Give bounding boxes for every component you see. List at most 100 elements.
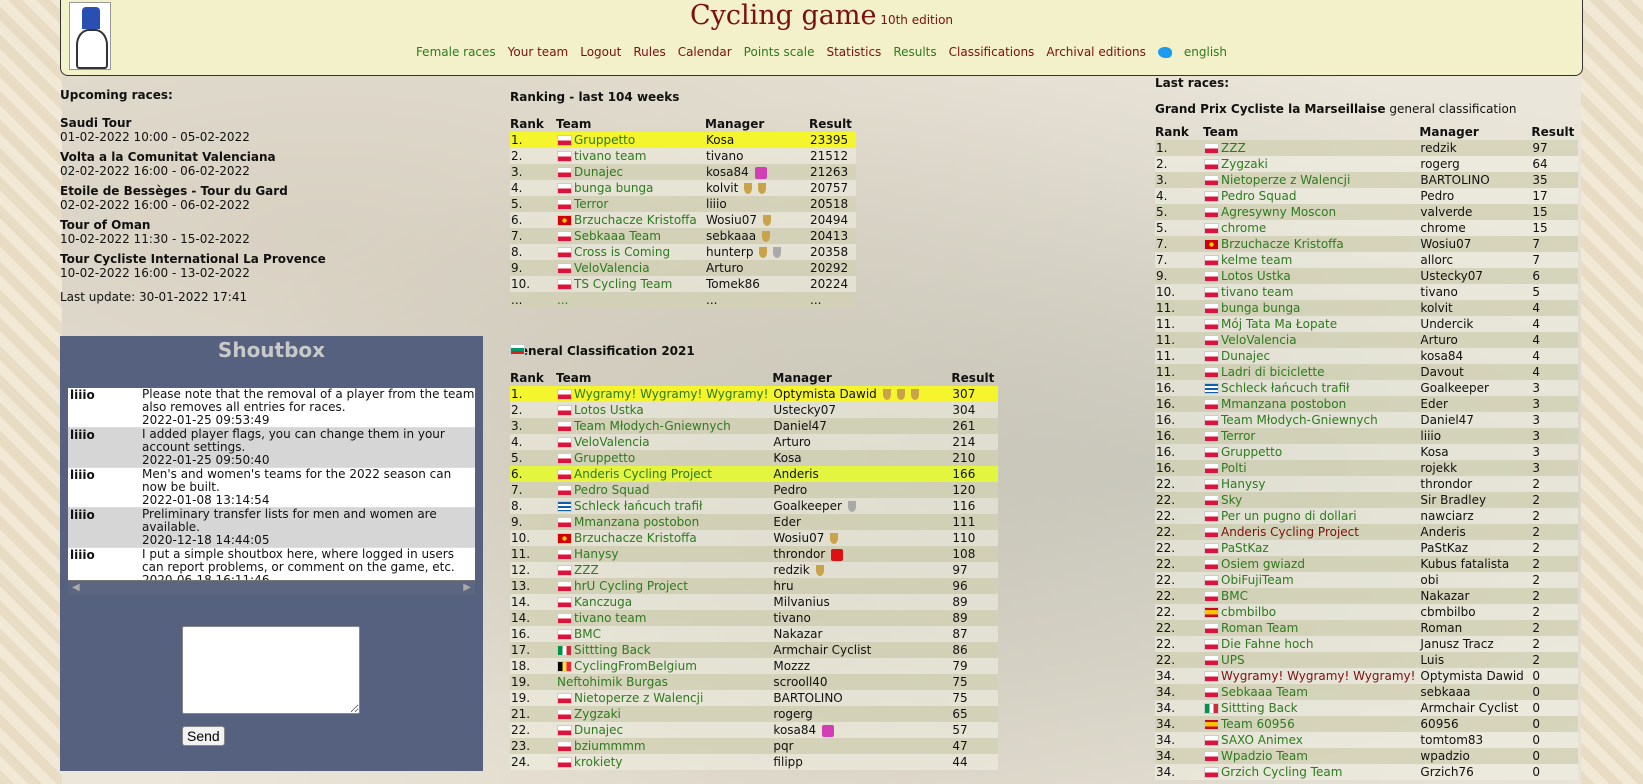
team-link[interactable]: Nietoperze z Walencji	[574, 691, 703, 705]
team-link[interactable]: Team Młodych-Gniewnych	[574, 419, 731, 433]
team-link[interactable]: VeloValencia	[1221, 333, 1297, 347]
team-link[interactable]: VeloValencia	[574, 261, 650, 275]
team-link[interactable]: Team Młodych-Gniewnych	[1221, 413, 1378, 427]
team-link[interactable]: bziummmm	[574, 739, 646, 753]
team-link[interactable]: Pedro Squad	[1221, 189, 1296, 203]
send-button[interactable]: Send	[182, 726, 225, 746]
team-link[interactable]: UPS	[1221, 653, 1245, 667]
team-link[interactable]: Grzich Cycling Team	[1221, 765, 1342, 779]
team-link[interactable]: Brzuchacze Kristoffa	[574, 213, 697, 227]
team-link[interactable]: Mmanzana postobon	[1221, 397, 1346, 411]
team-link[interactable]: Gruppetto	[574, 451, 635, 465]
team-link[interactable]: TS Cycling Team	[574, 277, 672, 291]
nav-link[interactable]: Points scale	[744, 45, 815, 59]
team-link[interactable]: bunga bunga	[1221, 301, 1300, 315]
team-link[interactable]: Pedro Squad	[574, 483, 649, 497]
team-link[interactable]: Sebkaaa Team	[574, 229, 661, 243]
team-link[interactable]: Nietoperze z Walencji	[1221, 173, 1350, 187]
team-link[interactable]: krokiety	[574, 755, 622, 769]
team-link[interactable]: ZZZ	[574, 563, 599, 577]
team-link[interactable]: Ladri di biciclette	[1221, 365, 1325, 379]
team-link[interactable]: Per un pugno di dollari	[1221, 509, 1357, 523]
team-link[interactable]: Wygramy! Wygramy! Wygramy!	[574, 387, 768, 401]
team-link[interactable]: Cross is Coming	[574, 245, 670, 259]
team-link[interactable]: Anderis Cycling Project	[1221, 525, 1359, 539]
team-link[interactable]: tivano team	[574, 611, 646, 625]
team-link[interactable]: Zygzaki	[574, 707, 621, 721]
race-name[interactable]: Etoile de Bessèges - Tour du Gard	[60, 184, 460, 198]
table-row: 10. tivano team tivano 5	[1155, 284, 1579, 300]
team-link[interactable]: SAXO Animex	[1221, 733, 1303, 747]
team-link[interactable]: tivano team	[1221, 285, 1293, 299]
team-link[interactable]: Mój Tata Ma Łopate	[1221, 317, 1337, 331]
scroll-left-icon[interactable]: ◀	[72, 582, 80, 593]
team-link[interactable]: Polti	[1221, 461, 1247, 475]
team-link[interactable]: kelme team	[1221, 253, 1292, 267]
team-link[interactable]: Dunajec	[574, 723, 623, 737]
team-link[interactable]: Gruppetto	[574, 133, 635, 147]
shoutbox-input[interactable]	[182, 626, 360, 714]
team-link[interactable]: ZZZ	[1221, 141, 1246, 155]
team-link[interactable]: Kanczuga	[574, 595, 632, 609]
team-link[interactable]: Sky	[1221, 493, 1242, 507]
nav-link[interactable]: Archival editions	[1046, 45, 1146, 59]
team-link[interactable]: Dunajec	[1221, 349, 1270, 363]
team-link[interactable]: chrome	[1221, 221, 1266, 235]
team-link[interactable]: Terror	[1221, 429, 1255, 443]
team-link[interactable]: PaStKaz	[1221, 541, 1269, 555]
team-link[interactable]: Gruppetto	[1221, 445, 1282, 459]
shoutbox-hscrollbar[interactable]: ◀ ▶	[68, 580, 475, 595]
team-link[interactable]: Brzuchacze Kristoffa	[1221, 237, 1344, 251]
team-link[interactable]: Anderis Cycling Project	[574, 467, 712, 481]
race-name[interactable]: Tour Cycliste International La Provence	[60, 252, 460, 266]
team-link[interactable]: Sittting Back	[574, 643, 651, 657]
nav-link[interactable]: Results	[893, 45, 936, 59]
team-link[interactable]: ObiFujiTeam	[1221, 573, 1294, 587]
team-link[interactable]: Wpadzio Team	[1221, 749, 1308, 763]
team-link[interactable]: Hanysy	[1221, 477, 1265, 491]
team-link[interactable]: CyclingFromBelgium	[574, 659, 697, 673]
team-link[interactable]: VeloValencia	[574, 435, 650, 449]
nav-link[interactable]: Logout	[580, 45, 621, 59]
twitter-icon[interactable]	[1157, 47, 1172, 58]
team-link[interactable]: Schleck łańcuch trafił	[574, 499, 702, 513]
team-link[interactable]: Osiem gwiazd	[1221, 557, 1305, 571]
nav-link[interactable]: Female races	[416, 45, 496, 59]
team-link[interactable]: BMC	[1221, 589, 1248, 603]
team-link[interactable]: Lotos Ustka	[1221, 269, 1291, 283]
shoutbox-messages[interactable]: liiio Please note that the removal of a p…	[68, 388, 475, 580]
team-link[interactable]: Mmanzana postobon	[574, 515, 699, 529]
language-link[interactable]: english	[1184, 45, 1227, 59]
flag-icon	[1204, 495, 1219, 506]
team-link[interactable]: Sittting Back	[1221, 701, 1298, 715]
team-link[interactable]: BMC	[574, 627, 601, 641]
team-link[interactable]: Roman Team	[1221, 621, 1298, 635]
team-link[interactable]: hrU Cycling Project	[574, 579, 688, 593]
team-link[interactable]: Wygramy! Wygramy! Wygramy!	[1221, 669, 1415, 683]
scroll-right-icon[interactable]: ▶	[463, 582, 471, 593]
team-link[interactable]: Lotos Ustka	[574, 403, 644, 417]
team-link[interactable]: Terror	[574, 197, 608, 211]
nav-link[interactable]: Your team	[508, 45, 569, 59]
race-name[interactable]: Saudi Tour	[60, 116, 460, 130]
team-link[interactable]: Brzuchacze Kristoffa	[574, 531, 697, 545]
nav-link[interactable]: Calendar	[678, 45, 732, 59]
team-link[interactable]: Neftohimik Burgas	[557, 675, 668, 689]
team-link[interactable]: cbmbilbo	[1221, 605, 1276, 619]
team-link[interactable]: Zygzaki	[1221, 157, 1268, 171]
team-link[interactable]: Agresywny Moscon	[1221, 205, 1336, 219]
team-link[interactable]: Die Fahne hoch	[1221, 637, 1313, 651]
team-link[interactable]: tivano team	[574, 149, 646, 163]
nav-link[interactable]: Classifications	[949, 45, 1035, 59]
nav-link[interactable]: Rules	[633, 45, 665, 59]
team-link[interactable]: Dunajec	[574, 165, 623, 179]
rank-cell: 16.	[1155, 412, 1203, 428]
race-name[interactable]: Tour of Oman	[60, 218, 460, 232]
race-name[interactable]: Volta a la Comunitat Valenciana	[60, 150, 460, 164]
team-link[interactable]: Sebkaaa Team	[1221, 685, 1308, 699]
nav-link[interactable]: Statistics	[826, 45, 881, 59]
team-link[interactable]: Schleck łańcuch trafił	[1221, 381, 1349, 395]
team-link[interactable]: bunga bunga	[574, 181, 653, 195]
team-link[interactable]: Hanysy	[574, 547, 618, 561]
team-link[interactable]: Team 60956	[1221, 717, 1295, 731]
